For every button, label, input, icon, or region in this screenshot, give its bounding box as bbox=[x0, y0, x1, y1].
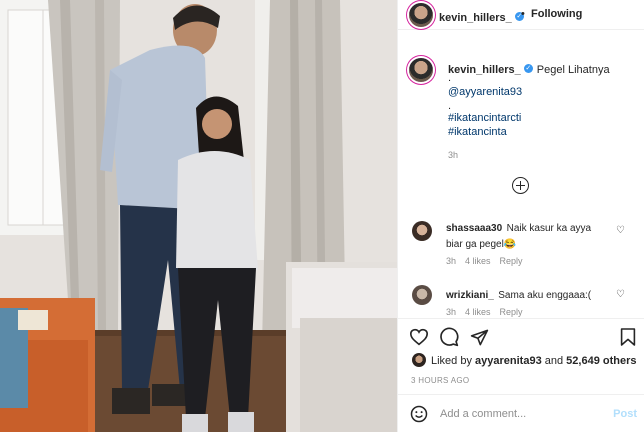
post-photo-illustration bbox=[0, 0, 397, 432]
comment-reply-button[interactable]: Reply bbox=[500, 307, 523, 317]
post-comment-button[interactable]: Post bbox=[613, 408, 637, 420]
caption-username[interactable]: kevin_hillers_ bbox=[448, 64, 521, 76]
likes-middle: and bbox=[541, 355, 567, 367]
separator-dot: • bbox=[521, 8, 525, 20]
comment-username[interactable]: shassaaa30 bbox=[446, 223, 502, 234]
comment-item: wrizkiani_ Sama aku enggaaa:( bbox=[446, 287, 616, 303]
liked-by-user[interactable]: ayyarenita93 bbox=[475, 355, 542, 367]
paper-plane-icon[interactable] bbox=[470, 328, 489, 347]
post-timestamp[interactable]: 3 HOURS AGO bbox=[411, 376, 469, 385]
comment-input[interactable]: Add a comment... bbox=[440, 408, 526, 420]
author-avatar[interactable] bbox=[409, 3, 433, 27]
comment-avatar[interactable] bbox=[412, 221, 432, 241]
caption-dot: . bbox=[448, 72, 452, 84]
add-comment-bar: Add a comment... Post bbox=[398, 394, 644, 432]
comment-likes[interactable]: 4 likes bbox=[465, 256, 491, 266]
comment-text: Naik kasur ka ayya bbox=[506, 223, 592, 234]
comment-reply-button[interactable]: Reply bbox=[500, 256, 523, 266]
likes-others[interactable]: 52,649 others bbox=[566, 355, 636, 367]
emoji-icon[interactable] bbox=[410, 405, 428, 423]
comment-heart-icon[interactable]: ♡ bbox=[616, 289, 625, 300]
caption-text: Pegel Lihatnya bbox=[536, 64, 610, 76]
comment-likes[interactable]: 4 likes bbox=[465, 307, 491, 317]
caption-hashtag[interactable]: #ikatancintarcti bbox=[448, 112, 521, 124]
comment-username[interactable]: wrizkiani_ bbox=[446, 290, 494, 301]
post-photo[interactable] bbox=[0, 0, 397, 432]
heart-icon[interactable] bbox=[409, 328, 429, 346]
post-header: kevin_hillers_ ✓ • Following bbox=[398, 0, 644, 30]
author-name-group: kevin_hillers_ ✓ bbox=[439, 8, 524, 26]
caption-header: kevin_hillers_ ✓ Pegel Lihatnya bbox=[448, 60, 610, 78]
bookmark-icon[interactable] bbox=[620, 327, 636, 347]
caption-avatar[interactable] bbox=[409, 58, 433, 82]
author-username[interactable]: kevin_hillers_ bbox=[439, 12, 512, 24]
likes-prefix: Liked by bbox=[431, 355, 476, 367]
verified-badge-icon: ✓ bbox=[523, 64, 533, 74]
likes-summary: Liked by ayyarenita93 and 52,649 others bbox=[431, 355, 637, 367]
comment-icon[interactable] bbox=[439, 327, 459, 347]
caption-mention[interactable]: @ayyarenita93 bbox=[448, 86, 522, 98]
plus-circle-icon[interactable] bbox=[512, 177, 529, 194]
caption-hashtag[interactable]: #ikatancinta bbox=[448, 126, 507, 138]
comment-time[interactable]: 3h bbox=[446, 307, 456, 317]
comment-meta: 3h 4 likes Reply bbox=[446, 307, 532, 317]
post-side-panel: kevin_hillers_ ✓ • Following kevin_hiller… bbox=[397, 0, 644, 432]
comment-text-line2: biar ga pegel😂 bbox=[446, 239, 517, 250]
liked-by-avatar[interactable] bbox=[412, 353, 426, 367]
comment-meta: 3h 4 likes Reply bbox=[446, 256, 532, 266]
caption-time[interactable]: 3h bbox=[448, 150, 458, 160]
caption-dot: . bbox=[448, 100, 452, 112]
comment-text: Sama aku enggaaa:( bbox=[498, 290, 592, 301]
comment-time[interactable]: 3h bbox=[446, 256, 456, 266]
comment-avatar[interactable] bbox=[412, 285, 432, 305]
following-button[interactable]: Following bbox=[531, 8, 582, 20]
comment-heart-icon[interactable]: ♡ bbox=[616, 225, 625, 236]
comment-item: shassaaa30 Naik kasur ka ayya biar ga pe… bbox=[446, 220, 616, 252]
